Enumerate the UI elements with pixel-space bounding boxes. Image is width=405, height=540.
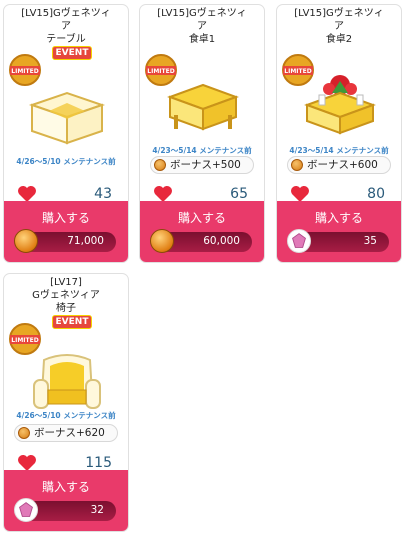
bonus-pill: ボーナス+600	[287, 156, 391, 174]
shop-card-table[interactable]: [LV15]Gヴェネツィアテーブル EVENT LIMITED 4/26～5/1…	[3, 4, 129, 263]
svg-text:LIMITED: LIMITED	[11, 337, 38, 344]
like-count: 80	[367, 186, 385, 202]
buy-label: 購入する	[177, 211, 226, 225]
price-value: 35	[363, 235, 377, 247]
event-badge: EVENT	[52, 46, 92, 60]
coin-icon	[291, 159, 303, 171]
sale-period: 4/26～5/10 メンテナンス前	[16, 411, 116, 420]
buy-button[interactable]: 購入する 60,000	[140, 201, 264, 262]
item-title: [LV17] Gヴェネツィア 椅子	[32, 277, 100, 314]
coin-icon	[154, 159, 166, 171]
coin-icon	[150, 229, 174, 253]
buy-button[interactable]: 購入する 71,000	[4, 201, 128, 262]
svg-text:LIMITED: LIMITED	[147, 68, 174, 75]
price-bar: 71,000	[14, 229, 116, 253]
shop-card-dining-table-2[interactable]: [LV15]Gヴェネツィア食卓2 LIMITED 4/23～5/14 メンテナン…	[276, 4, 402, 263]
event-badge: EVENT	[52, 315, 92, 329]
gold-table-icon	[167, 83, 239, 131]
price-value: 60,000	[203, 235, 240, 247]
price-bar: 32	[14, 498, 116, 522]
bonus-pill: ボーナス+500	[150, 156, 254, 174]
sale-period: 4/23～5/14 メンテナンス前	[289, 146, 389, 155]
like-count: 43	[94, 186, 112, 202]
price-bar: 35	[287, 229, 389, 253]
buy-label: 購入する	[41, 211, 90, 225]
price-value: 71,000	[67, 235, 104, 247]
item-title: [LV15]Gヴェネツィア食卓1	[157, 8, 247, 45]
buy-button[interactable]: 購入する 32	[4, 470, 128, 531]
buy-label: 購入する	[314, 211, 363, 225]
table-with-roses-icon	[304, 75, 376, 135]
price-value: 32	[90, 504, 104, 516]
buy-label: 購入する	[41, 480, 90, 494]
sale-period: 4/26～5/10 メンテナンス前	[16, 157, 116, 166]
bonus-pill: ボーナス+620	[14, 424, 118, 442]
glass-table-icon	[28, 91, 106, 145]
gem-icon	[14, 498, 38, 522]
item-title: [LV15]Gヴェネツィアテーブル	[21, 8, 111, 45]
sale-period: 4/23～5/14 メンテナンス前	[152, 146, 252, 155]
gold-armchair-icon	[33, 354, 101, 409]
svg-text:LIMITED: LIMITED	[11, 68, 38, 75]
price-bar: 60,000	[150, 229, 252, 253]
coin-icon	[18, 427, 30, 439]
buy-button[interactable]: 購入する 35	[277, 201, 401, 262]
like-count: 115	[85, 455, 112, 471]
item-title: [LV15]Gヴェネツィア食卓2	[294, 8, 384, 45]
shop-card-dining-table-1[interactable]: [LV15]Gヴェネツィア食卓1 LIMITED 4/23～5/14 メンテナン…	[139, 4, 265, 263]
gem-icon	[287, 229, 311, 253]
shop-card-chair[interactable]: [LV17] Gヴェネツィア 椅子 EVENT LIMITED 4/26～5/10 …	[3, 273, 129, 532]
like-count: 65	[230, 186, 248, 202]
coin-icon	[14, 229, 38, 253]
